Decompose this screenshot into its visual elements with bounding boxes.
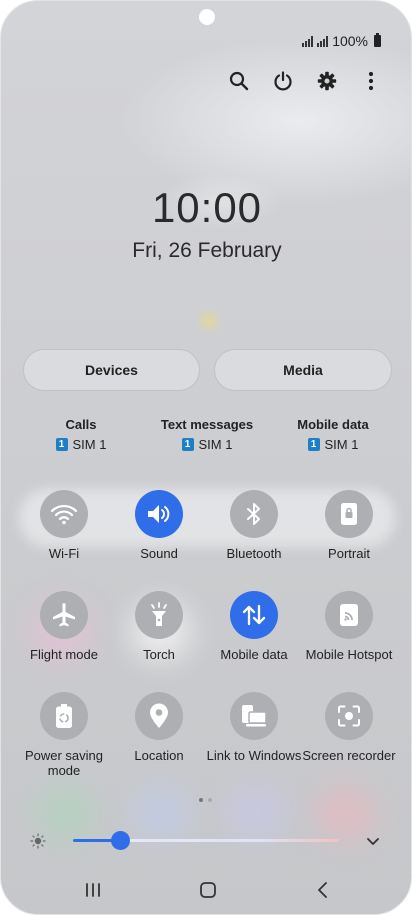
power-icon[interactable]: [271, 67, 295, 95]
brightness-sun-icon: [30, 833, 46, 854]
top-actions: [227, 67, 383, 95]
tile-label: Mobile data: [220, 647, 288, 662]
clock-time[interactable]: 10:00: [1, 184, 411, 232]
tile-portrait[interactable]: Portrait: [301, 490, 397, 561]
tile-label: Portrait: [328, 546, 370, 561]
mobile-data-icon: [230, 591, 278, 639]
tile-torch[interactable]: Torch: [111, 591, 207, 662]
tile-label: Power saving mode: [24, 748, 104, 778]
tile-mobile-hotspot[interactable]: Mobile Hotspot: [301, 591, 397, 662]
tile-screen-recorder[interactable]: Screen recorder: [301, 692, 397, 763]
tile-label: Bluetooth: [226, 546, 282, 561]
tile-label: Mobile Hotspot: [305, 647, 393, 662]
home-icon[interactable]: [193, 877, 223, 903]
battery-icon: [374, 33, 381, 47]
search-icon[interactable]: [227, 67, 251, 95]
brightness-slider-thumb[interactable]: [111, 831, 131, 850]
sim-card-icon: 1: [55, 438, 68, 451]
text-messages-sim-setting[interactable]: Text messages 1 SIM 1: [142, 417, 272, 452]
sim-card-icon: 1: [181, 438, 194, 451]
tile-location[interactable]: Location: [111, 692, 207, 763]
battery-saver-icon: [40, 692, 88, 740]
tile-wifi[interactable]: Wi-Fi: [16, 490, 112, 561]
mobile-data-sim-setting[interactable]: Mobile data 1 SIM 1: [268, 417, 398, 452]
sim-setting-title: Calls: [65, 417, 97, 432]
sim-setting-value: SIM 1: [324, 437, 359, 452]
navigation-bar: [1, 877, 411, 903]
gear-icon[interactable]: [315, 67, 339, 95]
more-vert-icon[interactable]: [359, 67, 383, 95]
tile-label: Torch: [143, 647, 175, 662]
tile-label: Wi-Fi: [48, 546, 80, 561]
tile-bluetooth[interactable]: Bluetooth: [206, 490, 302, 561]
battery-percent: 100%: [332, 33, 368, 49]
brightness-control: [1, 829, 411, 854]
tile-label: Flight mode: [30, 647, 98, 662]
devices-button[interactable]: Devices: [23, 349, 200, 391]
tile-label: Sound: [140, 546, 178, 561]
page-dot-active: [199, 798, 203, 802]
tile-label: Location: [134, 748, 184, 763]
torch-icon: [135, 591, 183, 639]
portrait-lock-icon: [325, 490, 373, 538]
recent-apps-icon[interactable]: [78, 877, 108, 903]
tile-flight-mode[interactable]: Flight mode: [16, 591, 112, 662]
sim-setting-title: Mobile data: [297, 417, 369, 432]
quick-panel: 100% 10:00 Fri, 26 February Devices Medi…: [0, 0, 412, 915]
tile-link-to-windows[interactable]: Link to Windows: [206, 692, 302, 763]
chevron-down-icon[interactable]: [365, 833, 381, 854]
sim-setting-title: Text messages: [160, 417, 254, 432]
front-camera: [199, 9, 215, 25]
signal-icon: [302, 35, 314, 47]
media-button[interactable]: Media: [214, 349, 392, 391]
location-icon: [135, 692, 183, 740]
tile-label: Link to Windows: [206, 748, 302, 763]
tile-label: Screen recorder: [302, 748, 396, 763]
wifi-icon: [40, 490, 88, 538]
tile-mobile-data[interactable]: Mobile data: [206, 591, 302, 662]
tile-sound[interactable]: Sound: [111, 490, 207, 561]
link-windows-icon: [230, 692, 278, 740]
calls-sim-setting[interactable]: Calls 1 SIM 1: [16, 417, 146, 452]
sound-icon: [135, 490, 183, 538]
status-bar: 100%: [302, 33, 381, 49]
clock-date[interactable]: Fri, 26 February: [1, 239, 411, 263]
page-dot: [208, 798, 212, 802]
sim-setting-value: SIM 1: [72, 437, 107, 452]
hotspot-icon: [325, 591, 373, 639]
back-icon[interactable]: [308, 877, 338, 903]
page-indicator: [199, 798, 212, 802]
signal-icon: [317, 35, 329, 47]
bluetooth-icon: [230, 490, 278, 538]
sim-card-icon: 1: [307, 438, 320, 451]
airplane-icon: [40, 591, 88, 639]
tile-power-saving-mode[interactable]: Power saving mode: [16, 692, 112, 778]
sim-setting-value: SIM 1: [198, 437, 233, 452]
screen-recorder-icon: [325, 692, 373, 740]
